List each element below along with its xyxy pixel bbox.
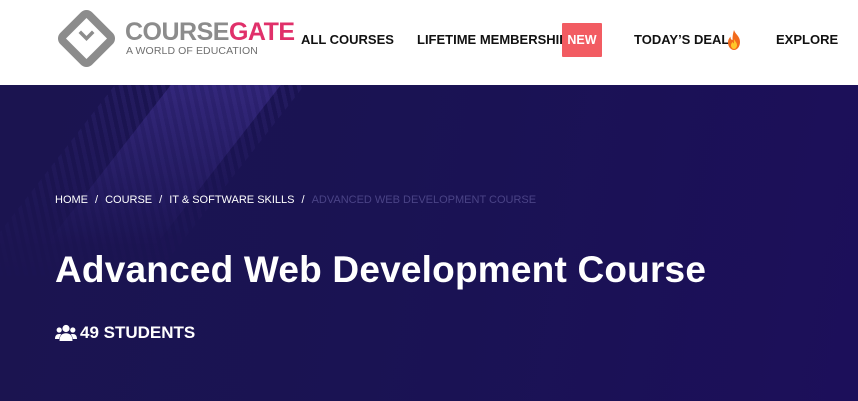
- nav-lifetime-membership[interactable]: LIFETIME MEMBERSHIP: [417, 32, 568, 48]
- breadcrumb-home[interactable]: HOME: [55, 193, 88, 207]
- logo-word-course: COURSE: [125, 18, 229, 46]
- breadcrumb-course[interactable]: COURSE: [105, 193, 152, 207]
- breadcrumb-category[interactable]: IT & SOFTWARE SKILLS: [169, 193, 294, 207]
- nav-explore[interactable]: EXPLORE: [776, 32, 838, 48]
- breadcrumb-separator: /: [159, 194, 163, 206]
- logo-word-gate: GATE: [228, 18, 295, 46]
- site-logo[interactable]: COURSEGATE A WORLD OF EDUCATION: [55, 7, 295, 68]
- site-header: COURSEGATE A WORLD OF EDUCATION ALL COUR…: [0, 0, 858, 85]
- page-title: Advanced Web Development Course: [55, 249, 707, 290]
- nav-todays-deal[interactable]: TODAY’S DEAL: [634, 32, 729, 48]
- logo-wordmark: COURSEGATE: [125, 19, 295, 45]
- student-count-label: 49 STUDENTS: [80, 323, 196, 342]
- breadcrumb: HOME / COURSE / IT & SOFTWARE SKILLS / ADVANCE…: [55, 193, 536, 207]
- breadcrumb-current: ADVANCED WEB DEVELOPMENT COURSE: [311, 194, 537, 206]
- breadcrumb-separator: /: [301, 194, 305, 206]
- diamond-logo-icon: [57, 9, 116, 68]
- new-badge: NEW: [562, 23, 602, 57]
- breadcrumb-separator: /: [95, 194, 99, 206]
- logo-tagline: A WORLD OF EDUCATION: [126, 45, 258, 57]
- student-count: 49 STUDENTS: [55, 323, 195, 343]
- nav-all-courses[interactable]: ALL COURSES: [301, 32, 394, 48]
- users-icon: [55, 324, 77, 341]
- fire-icon: [728, 30, 740, 50]
- course-hero-banner: HOME / COURSE / IT & SOFTWARE SKILLS / ADVANCE…: [0, 85, 858, 401]
